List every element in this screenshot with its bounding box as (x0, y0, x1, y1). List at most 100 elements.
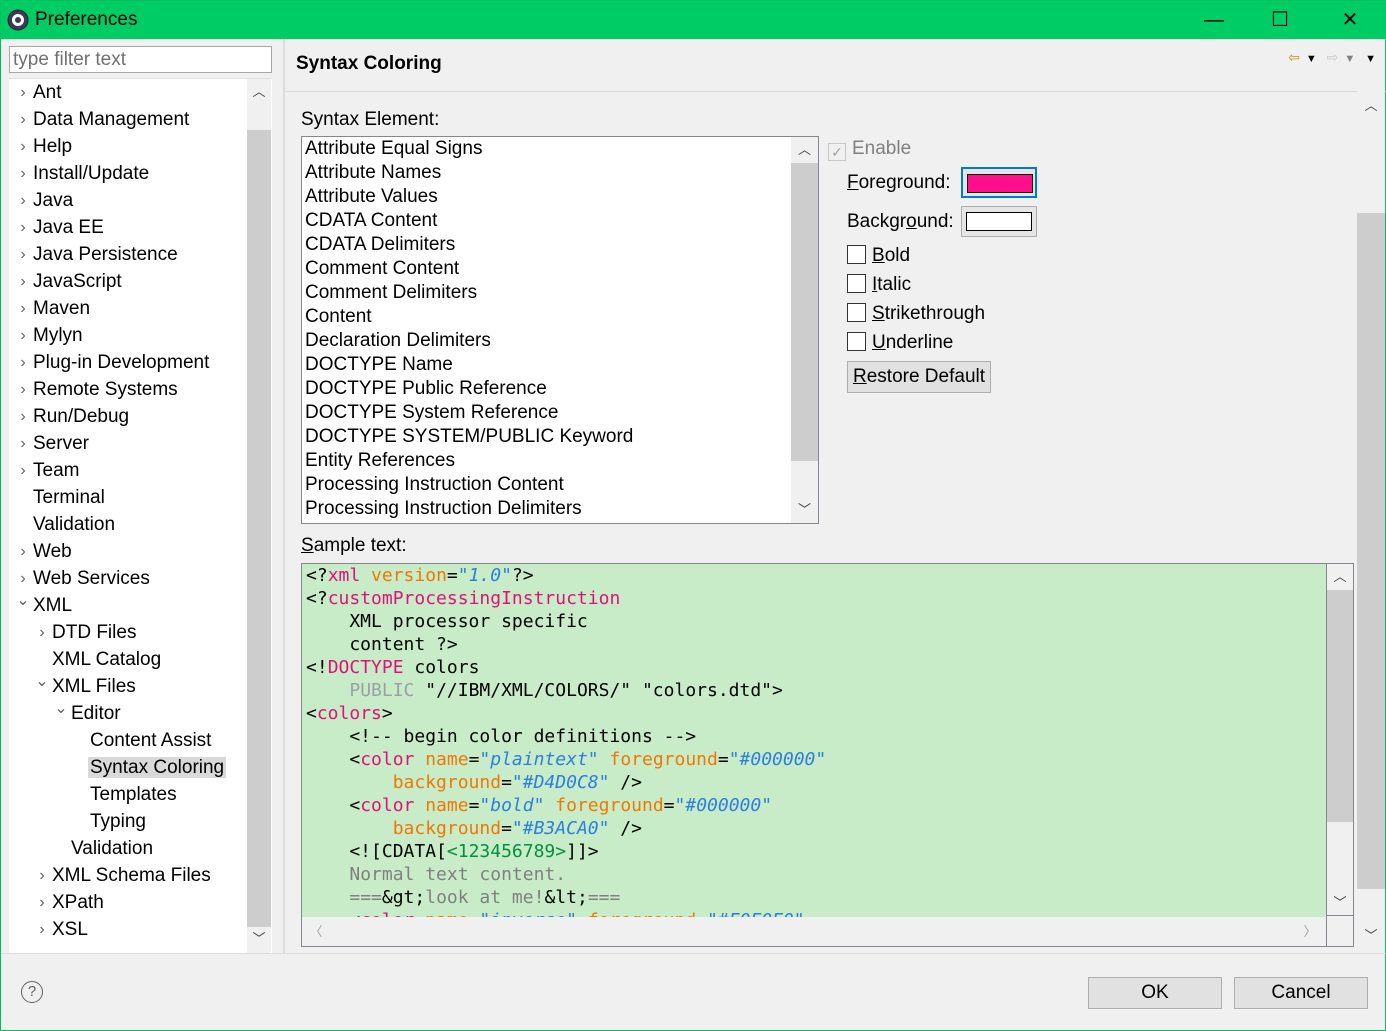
foreground-color-button[interactable] (961, 167, 1037, 198)
sample-text-area[interactable]: <?xml version="1.0"?> <?customProcessingI… (301, 563, 1327, 947)
list-item[interactable]: Attribute Values (305, 185, 438, 209)
tree-item[interactable]: › Web (20, 538, 71, 565)
tree-item[interactable]: › Help (20, 133, 72, 160)
chevron-right-icon[interactable]: › (16, 538, 30, 565)
list-scrollbar[interactable]: ︿ ﹀ (791, 137, 818, 523)
tree-item[interactable]: › Run/Debug (20, 403, 129, 430)
list-item[interactable]: Declaration Delimiters (305, 329, 491, 353)
tree-item[interactable]: ⌄ Editor (54, 700, 120, 727)
tree-item[interactable]: Validation (71, 835, 153, 862)
cancel-button[interactable]: Cancel (1234, 977, 1368, 1009)
tree-item[interactable]: › Java Persistence (20, 241, 177, 268)
scroll-down-icon[interactable]: ﹀ (791, 499, 818, 521)
strikethrough-checkbox[interactable]: Strikethrough (847, 303, 985, 325)
tree-item[interactable]: › DTD Files (39, 619, 136, 646)
chevron-right-icon[interactable]: › (16, 295, 30, 322)
tree-item[interactable]: › Install/Update (20, 160, 149, 187)
minimize-button[interactable]: — (1181, 1, 1247, 39)
chevron-right-icon[interactable]: › (35, 862, 49, 889)
tree-item[interactable]: › Server (20, 430, 89, 457)
list-item[interactable]: DOCTYPE Name (305, 353, 453, 377)
scroll-left-icon[interactable]: 〈 (306, 917, 326, 946)
italic-checkbox[interactable]: Italic (847, 274, 911, 296)
view-menu-icon[interactable]: ▼ (1365, 53, 1376, 65)
list-item[interactable]: Processing Instruction Content (305, 473, 564, 497)
list-item[interactable]: Attribute Names (305, 161, 441, 185)
chevron-down-icon[interactable]: ⌄ (35, 668, 49, 695)
scroll-up-icon[interactable]: ︿ (1357, 95, 1385, 117)
tree-item[interactable]: › Ant (20, 79, 61, 106)
enable-checkbox[interactable]: ✓ Enable (828, 138, 911, 161)
tree-item[interactable]: Validation (33, 511, 115, 538)
scroll-up-icon[interactable]: ︿ (791, 139, 818, 161)
scroll-up-icon[interactable]: ︿ (247, 81, 271, 103)
forward-arrow-icon[interactable]: ⇨ (1327, 49, 1339, 66)
scroll-up-icon[interactable]: ︿ (1327, 566, 1353, 588)
sample-scroll-thumb[interactable] (1327, 590, 1353, 822)
close-button[interactable]: ✕ (1317, 1, 1383, 39)
scroll-right-icon[interactable]: 〉 (1300, 917, 1320, 946)
page-scrollbar[interactable]: ︿ ﹀ (1357, 91, 1385, 951)
list-item[interactable]: Entity References (305, 449, 455, 473)
underline-checkbox[interactable]: Underline (847, 332, 953, 354)
list-item[interactable]: Content (305, 305, 372, 329)
list-item[interactable]: Attribute Equal Signs (305, 137, 482, 161)
chevron-right-icon[interactable]: › (16, 187, 30, 214)
chevron-right-icon[interactable]: › (35, 916, 49, 943)
tree-item[interactable]: Terminal (33, 484, 105, 511)
chevron-right-icon[interactable]: › (16, 268, 30, 295)
chevron-right-icon[interactable]: › (16, 349, 30, 376)
sample-vertical-scrollbar[interactable]: ︿ ﹀ (1327, 563, 1354, 916)
tree-item[interactable]: Content Assist (90, 727, 211, 754)
list-item[interactable]: CDATA Delimiters (305, 233, 455, 257)
sample-horizontal-scrollbar[interactable]: 〈 〉 (302, 917, 1326, 946)
maximize-button[interactable]: ☐ (1247, 1, 1313, 39)
chevron-right-icon[interactable]: › (16, 106, 30, 133)
list-item[interactable]: Comment Delimiters (305, 281, 477, 305)
tree-item[interactable]: › Mylyn (20, 322, 82, 349)
tree-item[interactable]: ⌄ XML (16, 592, 72, 619)
tree-item[interactable]: › Maven (20, 295, 90, 322)
back-arrow-icon[interactable]: ⇦ (1288, 49, 1300, 66)
filter-input[interactable] (9, 46, 272, 73)
tree-item[interactable]: › XSL (39, 916, 88, 943)
scroll-down-icon[interactable]: ﹀ (1327, 892, 1353, 914)
ok-button[interactable]: OK (1088, 977, 1222, 1009)
forward-menu-icon[interactable]: ▼ (1344, 53, 1355, 65)
list-item[interactable]: Comment Content (305, 257, 459, 281)
list-item[interactable]: DOCTYPE SYSTEM/PUBLIC Keyword (305, 425, 633, 449)
tree-item[interactable]: › XPath (39, 889, 103, 916)
tree-item[interactable]: › JavaScript (20, 268, 121, 295)
chevron-right-icon[interactable]: › (16, 430, 30, 457)
chevron-right-icon[interactable]: › (16, 565, 30, 592)
tree-item[interactable]: Typing (90, 808, 146, 835)
tree-item[interactable]: › Remote Systems (20, 376, 177, 403)
tree-item[interactable]: › Java EE (20, 214, 103, 241)
list-item[interactable]: DOCTYPE System Reference (305, 401, 558, 425)
chevron-right-icon[interactable]: › (35, 619, 49, 646)
scroll-down-icon[interactable]: ﹀ (247, 928, 271, 950)
page-scroll-thumb[interactable] (1357, 213, 1385, 889)
chevron-right-icon[interactable]: › (16, 403, 30, 430)
syntax-element-list[interactable]: Processing Instruction Delimiters Process… (301, 136, 819, 524)
list-scroll-thumb[interactable] (791, 163, 818, 461)
chevron-right-icon[interactable]: › (16, 376, 30, 403)
tree-item[interactable]: › Data Management (20, 106, 189, 133)
tree-item[interactable]: › Java (20, 187, 73, 214)
tree-item[interactable]: › Web Services (20, 565, 150, 592)
tree-scroll-thumb[interactable] (247, 130, 271, 927)
back-menu-icon[interactable]: ▼ (1306, 53, 1317, 65)
tree-item[interactable]: Templates (90, 781, 177, 808)
chevron-right-icon[interactable]: › (16, 322, 30, 349)
chevron-right-icon[interactable]: › (35, 889, 49, 916)
help-icon[interactable]: ? (21, 981, 43, 1003)
chevron-right-icon[interactable]: › (16, 214, 30, 241)
chevron-right-icon[interactable]: › (16, 241, 30, 268)
chevron-right-icon[interactable]: › (16, 79, 30, 106)
chevron-right-icon[interactable]: › (16, 160, 30, 187)
restore-default-button[interactable]: Restore Default (847, 361, 991, 393)
list-item[interactable]: CDATA Content (305, 209, 437, 233)
tree-item[interactable]: XML Catalog (52, 646, 161, 673)
tree-item[interactable]: › XML Schema Files (39, 862, 210, 889)
tree-item[interactable]: › Team (20, 457, 79, 484)
